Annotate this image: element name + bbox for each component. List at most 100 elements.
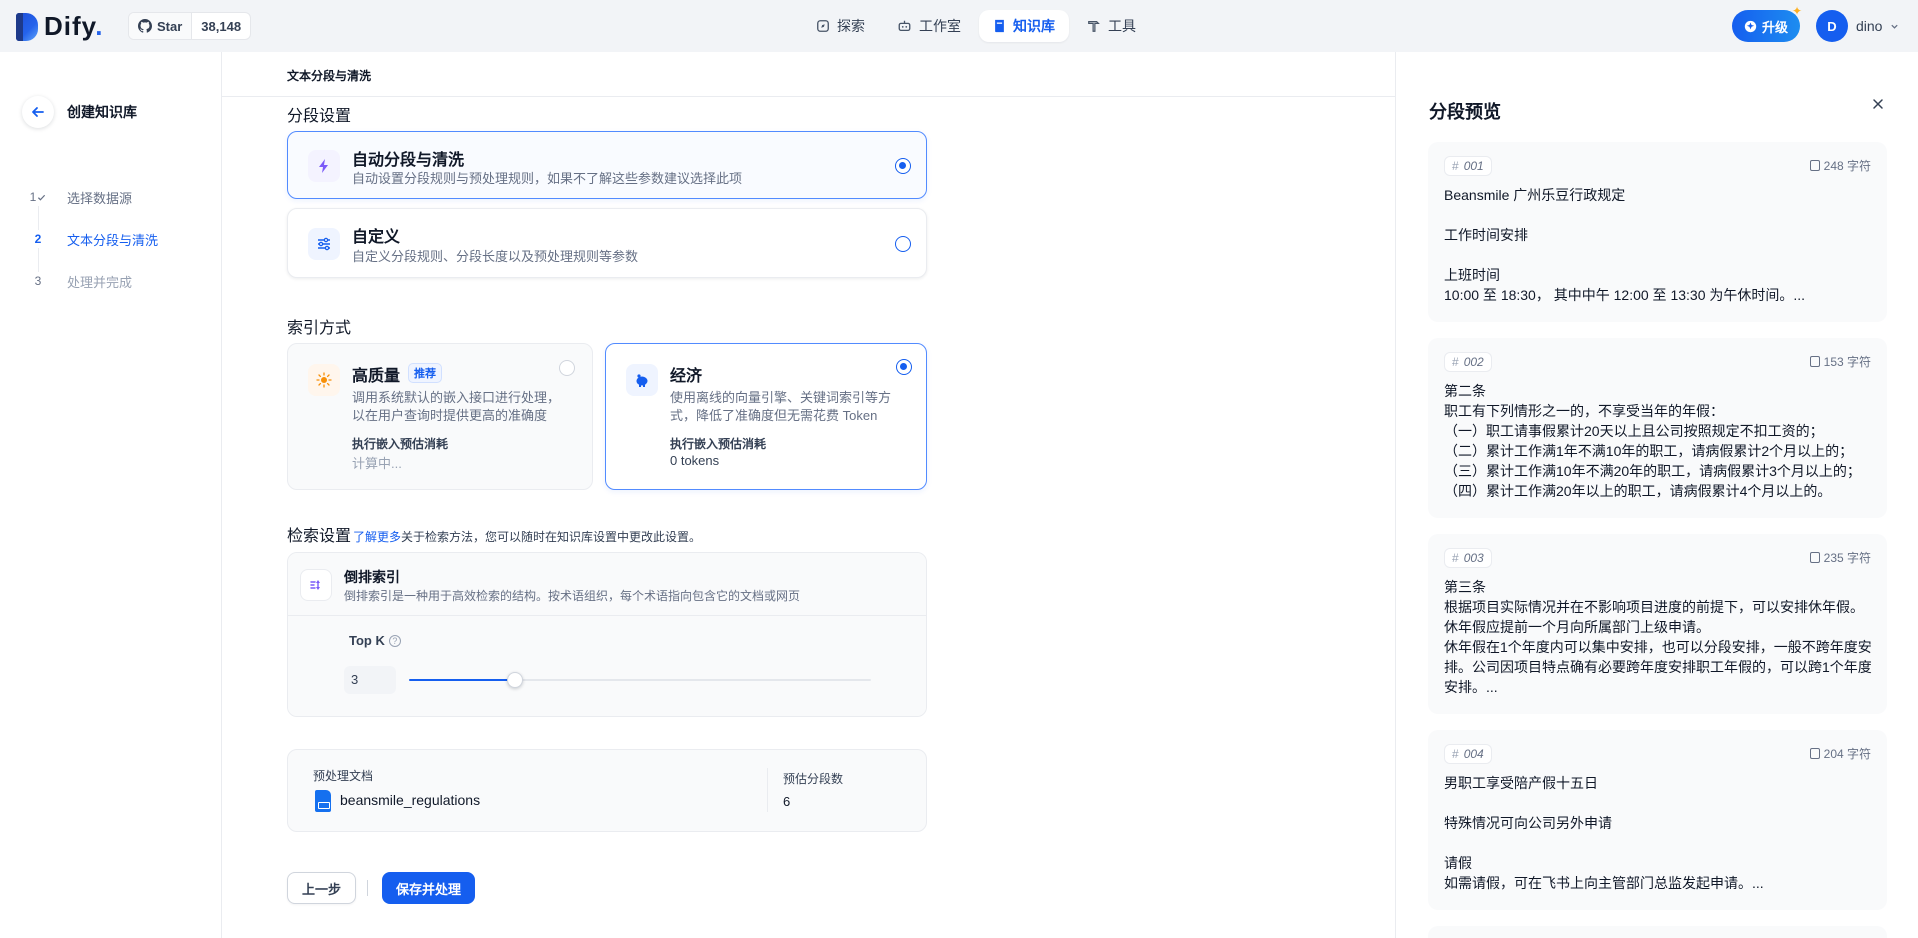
chunk-id-text: 003 [1463,551,1484,565]
back-button[interactable] [22,96,54,128]
explore-icon [817,20,829,32]
step-2-number: 2 [34,232,42,246]
main-panel: 文本分段与清洗 分段设置 自动分段与清洗 自动设置分段规则与预处理规则，如果不了… [222,52,1395,938]
upgrade-label: 升级 [1762,19,1789,35]
user-name: dino [1856,18,1883,34]
sliders-icon [308,228,340,260]
avatar[interactable]: D [1816,10,1848,42]
nav-knowledge-label: 知识库 [1013,18,1055,34]
step-3-label: 处理并完成 [67,274,133,290]
logo-mark-icon [16,12,38,41]
step-list: 1 选择数据源 2 文本分段与清洗 3 处理并完成 [28,176,158,302]
piggy-bank-icon [626,364,658,396]
index-option-high-quality[interactable]: 高质量 推荐 调用系统默认的嵌入接口进行处理，以在用户查询时提供更高的准确度 执… [287,343,593,490]
segment-count-label: 预估分段数 [783,772,844,786]
index-option-economy-radio[interactable] [896,359,912,375]
chunk-text: 第三条 根据项目实际情况并在不影响项目进度的前提下，可以安排休年假。休年假应提前… [1444,579,1872,695]
nav-studio-label: 工作室 [919,18,961,34]
previous-step-button[interactable]: 上一步 [287,872,357,904]
chunk-id-text: 004 [1463,747,1484,761]
step-2-label: 文本分段与清洗 [67,232,159,248]
retrieval-settings-header: 检索设置 了解更多关于检索方法，您可以随时在知识库设置中更改此设置。 [287,522,701,546]
index-option-high-quality-title: 高质量 [352,368,401,385]
segment-option-auto-title: 自动分段与清洗 [352,152,465,169]
learn-more-link[interactable]: 了解更多 [353,530,401,544]
hammer-icon [1088,21,1100,32]
chevron-down-icon [1891,24,1899,29]
processing-summary: 预处理文档 beansmile_regulations 预估分段数 6 [287,749,927,832]
retrieval-settings-note: 关于检索方法，您可以随时在知识库设置中更改此设置。 [401,530,702,544]
high-quality-cost-value: 计算中... [352,456,402,471]
high-quality-cost-label: 执行嵌入预估消耗 [352,437,449,451]
index-method-title: 索引方式 [287,320,352,337]
logo-text: Dify [44,11,96,41]
chunk-char-count-text: 153 字符 [1823,355,1871,369]
chunk-text: 第二条 职工有下列情形之一的，不享受当年的年假： （一）职工请事假累计20天以上… [1444,383,1861,499]
index-option-high-quality-radio[interactable] [559,360,575,376]
nav-explore-label: 探索 [837,18,865,34]
close-icon[interactable] [1872,98,1884,110]
github-star-button[interactable]: Star [129,13,193,39]
segment-option-custom-desc: 自定义分段规则、分段长度以及预处理规则等参数 [352,249,639,264]
chunk-id-text: 001 [1463,159,1484,173]
topk-slider-handle[interactable] [507,672,524,688]
doc-count-icon [1809,552,1820,563]
index-option-economy[interactable]: 经济 使用离线的向量引擎、关键词索引等方式，降低了准确度但无需花费 Token … [605,343,927,490]
save-and-process-button[interactable]: 保存并处理 [382,872,476,904]
robot-icon [898,20,911,32]
segment-settings-title: 分段设置 [287,108,352,125]
nav-tools[interactable]: 工具 [1073,10,1150,42]
economy-cost-value: 0 tokens [670,453,720,468]
retrieval-settings-title: 检索设置 [287,528,352,545]
segment-option-auto[interactable]: 自动分段与清洗 自动设置分段规则与预处理规则，如果不了解这些参数建议选择此项 [287,131,927,199]
step-3: 3 处理并完成 [28,260,158,302]
github-star-count[interactable]: 38,148 [192,13,250,39]
topk-slider-fill [409,679,516,681]
hash-icon: # [1452,747,1459,761]
sun-icon [308,364,340,396]
hash-icon: # [1452,551,1459,565]
segment-option-auto-desc: 自动设置分段规则与预处理规则，如果不了解这些参数建议选择此项 [352,171,743,186]
dify-logo[interactable]: Dify. [16,11,103,42]
nav-tools-label: 工具 [1108,18,1136,34]
topk-input[interactable]: 3 [344,666,396,694]
index-option-economy-desc: 使用离线的向量引擎、关键词索引等方式，降低了准确度但无需花费 Token [670,390,892,423]
step-2: 2 文本分段与清洗 [28,218,159,272]
nav-explore[interactable]: 探索 [802,10,879,42]
step-1: 1 选择数据源 [28,176,158,230]
segment-option-auto-radio[interactable] [895,158,911,174]
retrieval-method-card: 倒排索引 倒排索引是一种用于高效检索的结构。按术语组织，每个术语指向包含它的文档… [287,552,927,717]
chunk-char-count-text: 248 字符 [1823,159,1871,173]
check-icon [38,194,46,201]
doc-count-icon [1809,356,1820,367]
segment-option-custom-radio[interactable] [895,236,911,252]
chunk-id: #001 [1444,156,1492,176]
sparkle-icon: ✦ [1791,4,1803,18]
github-star-widget[interactable]: Star 38,148 [128,12,252,40]
help-icon[interactable]: ? [388,634,401,647]
chunk-char-count-text: 235 字符 [1823,551,1871,565]
user-menu[interactable]: D dino [1816,10,1899,42]
index-option-high-quality-desc: 调用系统默认的嵌入接口进行处理，以在用户查询时提供更高的准确度 [352,390,561,423]
topk-slider[interactable] [409,672,871,688]
step-3-number: 3 [34,274,42,288]
nav-knowledge[interactable]: 知识库 [979,10,1069,42]
chunk-char-count-text: 204 字符 [1823,747,1871,761]
topk-label: Top K ? [349,633,401,648]
book-icon [995,19,1004,33]
upgrade-button[interactable]: 升级 ✦ [1732,4,1802,42]
main-nav: 探索 工作室 知识库 工具 [802,10,1150,42]
segment-option-custom[interactable]: 自定义 自定义分段规则、分段长度以及预处理规则等参数 [287,208,927,278]
doc-count-icon [1809,160,1820,171]
retrieval-params: Top K ? 3 [288,616,926,716]
steps-sidebar: 创建知识库 1 选择数据源 2 文本分段与清洗 3 处理并完成 [0,52,222,938]
chunk-id: #003 [1444,548,1492,568]
retrieval-method-title: 倒排索引 [344,569,400,585]
lightning-icon [308,150,340,182]
preview-chunk [1428,926,1887,938]
github-icon [138,19,152,33]
segment-preview-panel: 分段预览 #001 248 字符 Beansmile 广州乐豆行政规定 工作时间… [1395,52,1918,938]
arrow-left-icon [32,107,44,117]
index-option-economy-title: 经济 [670,368,703,385]
nav-studio[interactable]: 工作室 [883,10,975,42]
